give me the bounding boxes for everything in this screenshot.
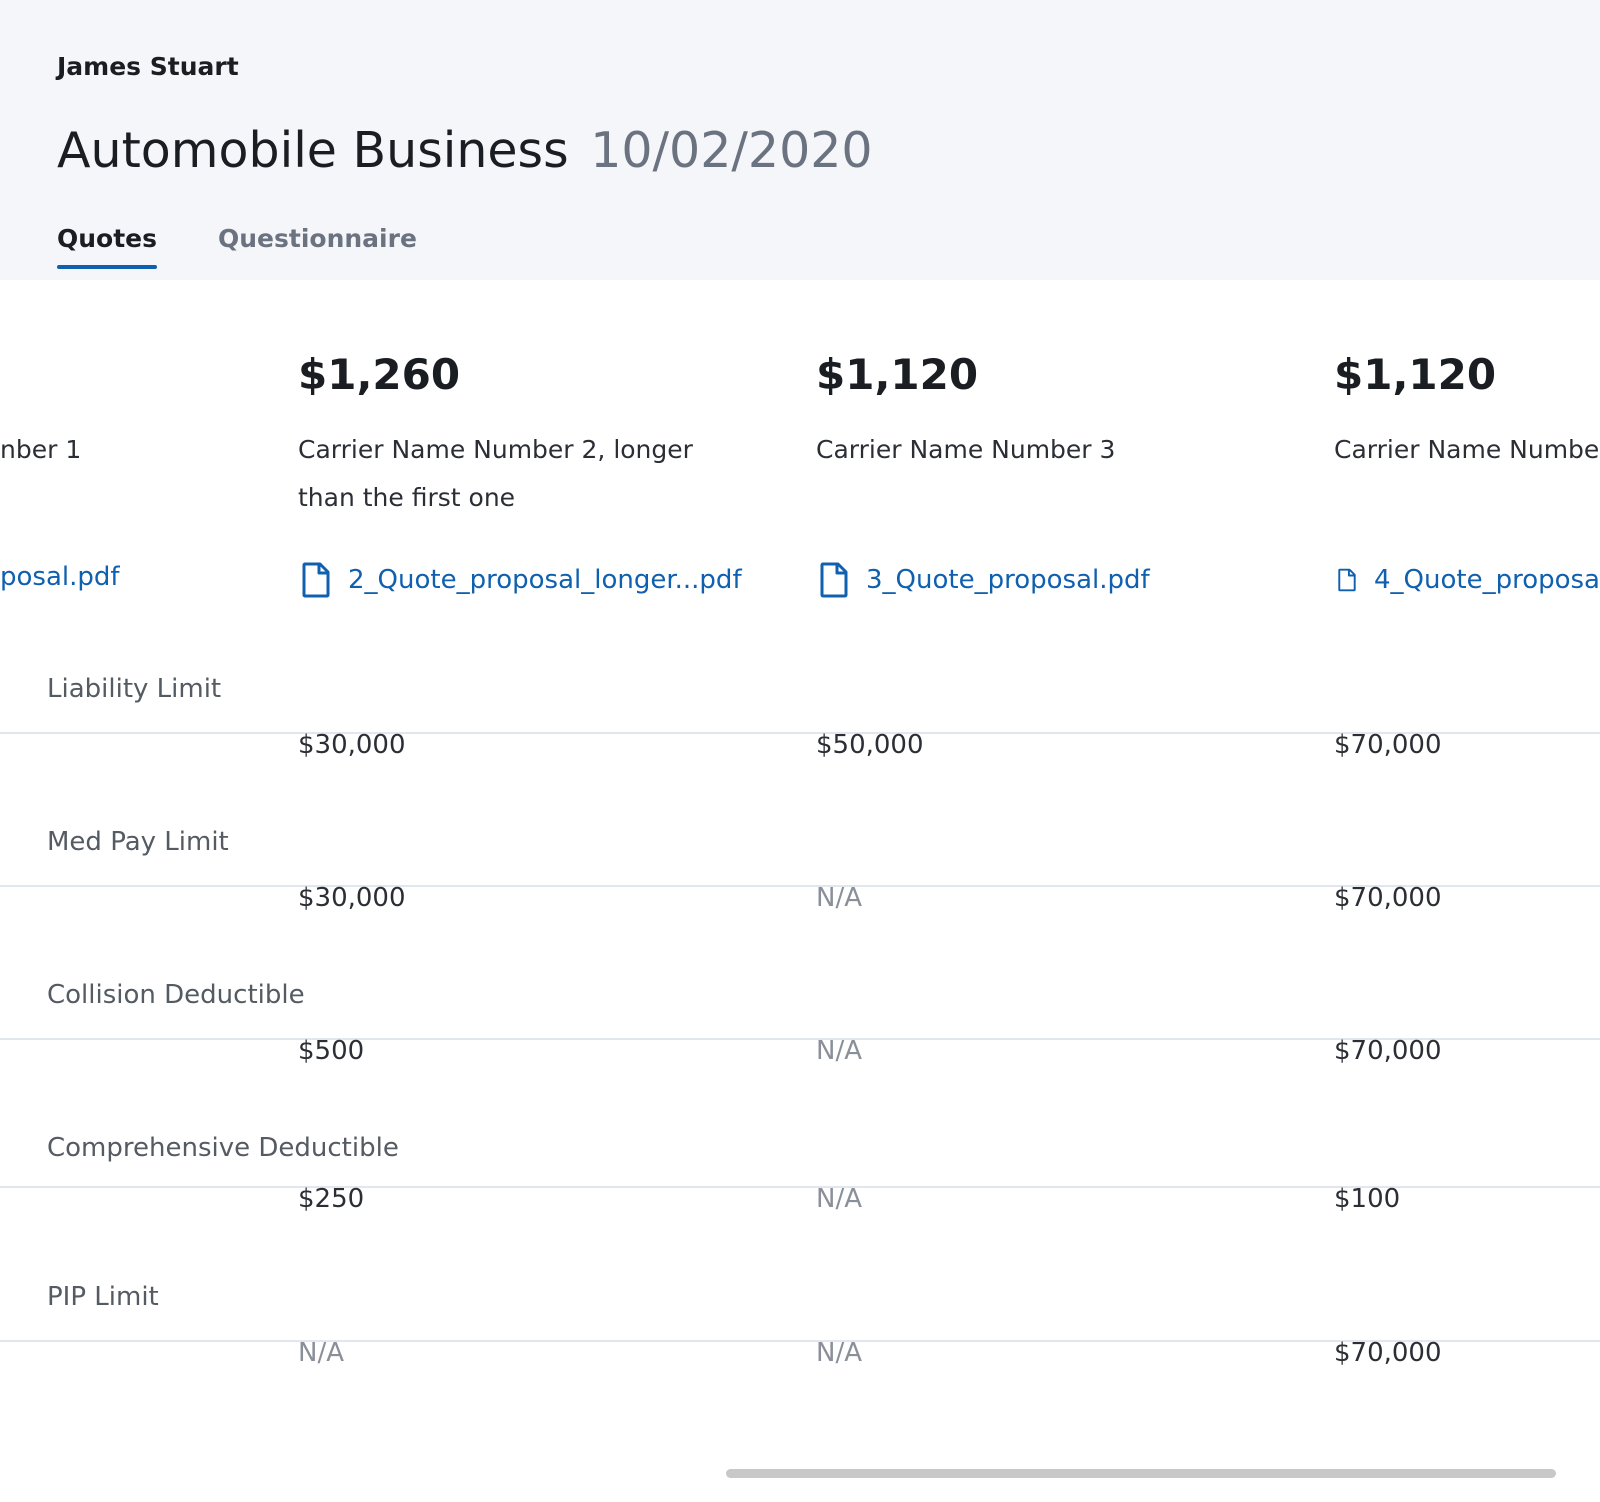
cell-pip-3: N/A <box>816 1338 862 1368</box>
quote-price-4: $1,120 <box>1334 350 1497 399</box>
row-label-collision-deductible: Collision Deductible <box>47 980 305 1010</box>
row-label-comprehensive-deductible: Comprehensive Deductible <box>47 1133 399 1163</box>
quote-file-link-4[interactable]: 4_Quote_proposa <box>1338 562 1600 598</box>
tab-quotes[interactable]: Quotes <box>57 224 158 269</box>
cell-collision-3: N/A <box>816 1036 862 1066</box>
cell-collision-2: $500 <box>298 1036 365 1066</box>
document-icon <box>820 562 848 598</box>
horizontal-scrollbar[interactable] <box>726 1469 1556 1478</box>
carrier-name-1: nber 1 <box>0 435 80 464</box>
page-title-date: 10/02/2020 <box>590 122 873 179</box>
quote-price-3: $1,120 <box>816 350 979 399</box>
page-title: Automobile Business 10/02/2020 <box>57 122 873 179</box>
quotes-comparison[interactable]: nber 1 posal.pdf $1,260 Carrier Name Num… <box>0 280 1600 1502</box>
page-header: James Stuart Automobile Business 10/02/2… <box>0 0 1600 280</box>
quote-file-name-4: 4_Quote_proposa <box>1373 565 1600 595</box>
cell-pip-4: $70,000 <box>1334 1338 1442 1368</box>
document-icon <box>302 562 330 598</box>
cell-liability-2: $30,000 <box>298 730 406 760</box>
cell-medpay-4: $70,000 <box>1334 883 1442 913</box>
quote-file-name-2: 2_Quote_proposal_longer...pdf <box>348 565 742 595</box>
client-name: James Stuart <box>57 52 239 81</box>
quote-file-link-1[interactable]: posal.pdf <box>0 562 120 592</box>
cell-comprehensive-2: $250 <box>298 1184 365 1214</box>
cell-medpay-2: $30,000 <box>298 883 406 913</box>
row-label-pip-limit: PIP Limit <box>47 1282 159 1312</box>
cell-collision-4: $70,000 <box>1334 1036 1442 1066</box>
cell-pip-2: N/A <box>298 1338 344 1368</box>
cell-comprehensive-3: N/A <box>816 1184 862 1214</box>
cell-liability-3: $50,000 <box>816 730 924 760</box>
carrier-name-3: Carrier Name Number 3 <box>816 435 1116 464</box>
cell-liability-4: $70,000 <box>1334 730 1442 760</box>
quote-file-name-3: 3_Quote_proposal.pdf <box>866 565 1150 595</box>
tab-questionnaire[interactable]: Questionnaire <box>218 224 417 269</box>
page-title-text: Automobile Business <box>57 122 569 179</box>
row-label-med-pay-limit: Med Pay Limit <box>47 827 229 857</box>
cell-medpay-3: N/A <box>816 883 862 913</box>
quote-price-2: $1,260 <box>298 350 461 399</box>
quote-file-link-2[interactable]: 2_Quote_proposal_longer...pdf <box>302 562 742 598</box>
row-label-liability-limit: Liability Limit <box>47 674 222 704</box>
carrier-name-2: Carrier Name Number 2, longer than the f… <box>298 435 693 512</box>
quote-file-link-3[interactable]: 3_Quote_proposal.pdf <box>820 562 1150 598</box>
cell-comprehensive-4: $100 <box>1334 1184 1401 1214</box>
document-icon <box>1338 568 1356 592</box>
carrier-name-4: Carrier Name Numbe <box>1334 435 1600 464</box>
